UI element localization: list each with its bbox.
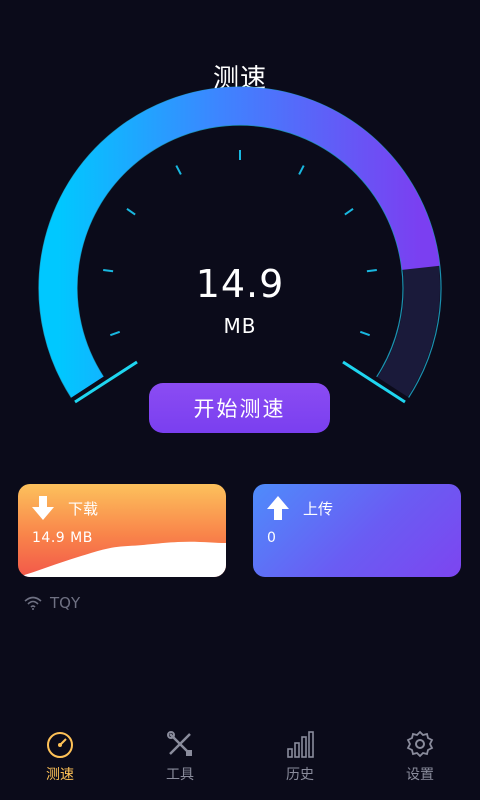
start-test-button[interactable]: 开始测速: [149, 383, 330, 433]
gauge-tick: [298, 165, 305, 175]
upload-label: 上传: [303, 499, 334, 518]
tab-tools[interactable]: 工具: [120, 730, 240, 800]
tab-label: 历史: [286, 767, 314, 783]
network-info: TQY: [24, 594, 80, 612]
upload-card: 上传 0: [253, 484, 461, 577]
tab-label: 工具: [166, 767, 194, 783]
gauge-tick: [126, 208, 136, 216]
tab-speedtest[interactable]: 测速: [0, 730, 120, 800]
upload-value: 0: [267, 530, 277, 546]
download-wave-graph: [18, 541, 226, 577]
wifi-icon: [24, 596, 42, 610]
speed-value: 14.9: [195, 262, 285, 306]
tab-label: 测速: [46, 767, 74, 783]
gauge-ticks: [103, 150, 377, 337]
tools-icon: [167, 731, 192, 756]
download-arrow-icon: [32, 496, 54, 520]
download-label: 下载: [68, 499, 99, 518]
gauge-tick: [175, 165, 182, 175]
gauge-track-outline: [38, 86, 442, 398]
tab-history[interactable]: 历史: [240, 730, 360, 800]
network-ssid: TQY: [50, 594, 81, 612]
tab-settings[interactable]: 设置: [360, 730, 480, 800]
download-card: 下载 14.9 MB: [18, 484, 226, 577]
gauge-tick: [344, 208, 354, 216]
bar-chart-icon: [287, 731, 314, 758]
gear-icon: [406, 730, 434, 758]
tab-label: 设置: [406, 767, 434, 783]
upload-arrow-icon: [267, 496, 289, 520]
speed-unit: MB: [223, 314, 257, 338]
gauge-progress-arc: [39, 86, 440, 398]
speedometer-icon: [47, 732, 73, 758]
bottom-tab-bar: 测速 工具 历史 设置: [0, 730, 480, 800]
